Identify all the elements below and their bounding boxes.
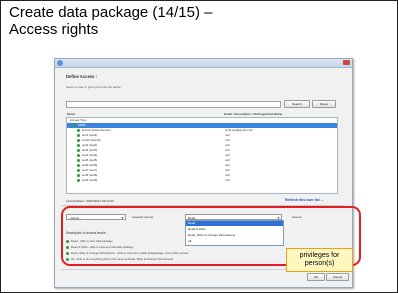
user-icon — [77, 144, 80, 147]
callout-line1: privileges for — [299, 252, 340, 259]
privileges-callout: privileges for person(s) — [286, 248, 353, 272]
last-modified: Last Modified : 09/03/2012 09:10:20 — [66, 199, 114, 203]
column-name: Name — [67, 112, 76, 116]
slide-title-line2: Access rights — [9, 21, 99, 38]
user-icon — [77, 129, 80, 132]
slide-title: Create data package (14/15) – Access rig… — [9, 4, 389, 38]
reset-button[interactable]: Reset — [312, 100, 336, 108]
slide-title-line1: Create data package (14/15) – — [9, 4, 213, 21]
column-email: Email / Description / Distinguished Name — [224, 112, 283, 116]
user-icon — [77, 159, 80, 162]
user-icon — [77, 164, 80, 167]
callout-line2: person(s) — [304, 260, 335, 267]
search-input[interactable] — [66, 101, 281, 108]
dialog-titlebar — [55, 59, 352, 68]
tree-row[interactable]: test9 (test9) null — [67, 178, 337, 183]
ok-button[interactable]: OK — [307, 273, 325, 281]
tree-row-email: null — [225, 178, 230, 182]
refresh-user-list-link[interactable]: Refresh this user list ... — [285, 198, 324, 202]
close-icon[interactable] — [343, 60, 350, 65]
user-icon — [77, 134, 80, 137]
dialog-instruction: Select a user or group from the list bel… — [66, 85, 123, 89]
user-icon — [77, 139, 80, 142]
user-icon — [77, 179, 80, 182]
user-icon — [77, 174, 80, 177]
slide: Create data package (14/15) – Access rig… — [0, 0, 398, 293]
app-logo-icon — [57, 60, 63, 66]
group-icon — [73, 124, 76, 127]
dialog-heading: Define Access : — [66, 74, 98, 79]
user-icon — [77, 169, 80, 172]
search-button[interactable]: Search — [284, 100, 310, 108]
user-tree[interactable]: Access Type EMBL Emma (Class Service) em… — [66, 117, 338, 194]
user-icon — [77, 149, 80, 152]
user-icon — [77, 154, 80, 157]
cancel-button[interactable]: Cancel — [326, 273, 349, 281]
tree-row-name: test9 (test9) — [82, 178, 98, 182]
